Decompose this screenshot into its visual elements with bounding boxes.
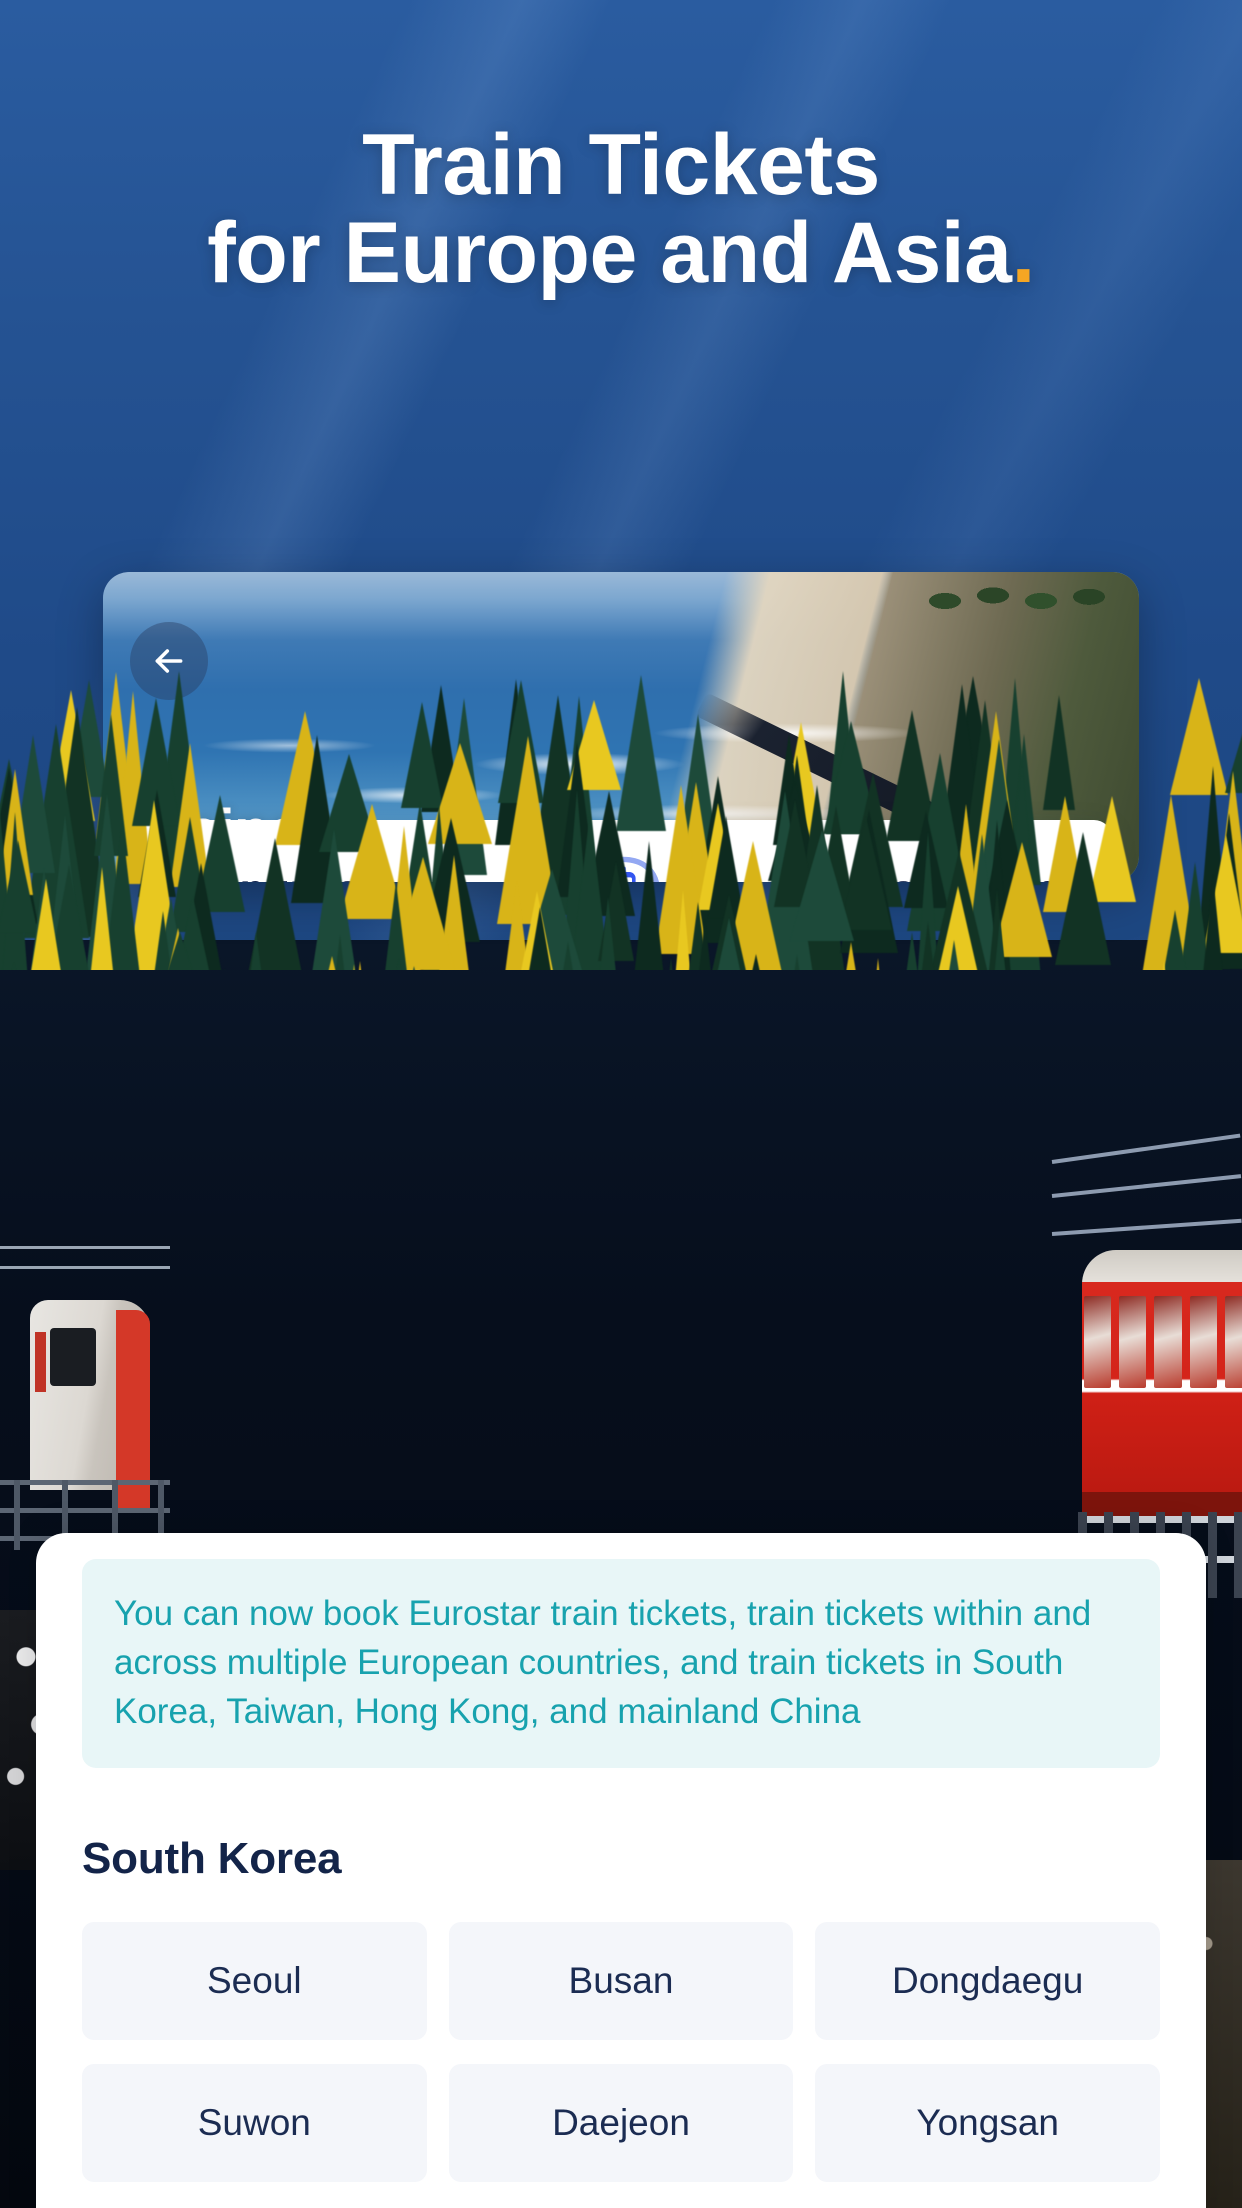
city-chip[interactable]: Daejeon: [448, 2064, 794, 2182]
city-chip[interactable]: Dongdaegu: [815, 1922, 1160, 2040]
section-title-south-korea: South Korea: [82, 1834, 342, 1883]
hero-headline: Train Tickets for Europe and Asia.: [0, 121, 1242, 298]
headline-accent-dot: .: [1011, 204, 1036, 301]
city-chip[interactable]: Busan: [448, 1922, 794, 2040]
app-screen: Train Tickets for Europe and Asia. Train…: [0, 0, 1242, 2208]
info-banner: You can now book Eurostar train tickets,…: [82, 1559, 1160, 1768]
city-chip-grid: Seoul Busan Dongdaegu Suwon Daejeon Yong…: [82, 1922, 1160, 2182]
palm-trees-decoration: [917, 580, 1117, 650]
bottom-sheet: You can now book Eurostar train tickets,…: [36, 1533, 1206, 2208]
city-chip[interactable]: Seoul: [82, 1922, 427, 2040]
headline-line-2: for Europe and Asia: [207, 204, 1012, 301]
headline-line-1: Train Tickets: [362, 117, 880, 213]
city-chip[interactable]: Yongsan: [815, 2064, 1160, 2182]
background-train-right-red: [1078, 1250, 1242, 1598]
headline-line-2-wrap: for Europe and Asia.: [0, 209, 1242, 298]
city-chip[interactable]: Suwon: [82, 2064, 427, 2182]
